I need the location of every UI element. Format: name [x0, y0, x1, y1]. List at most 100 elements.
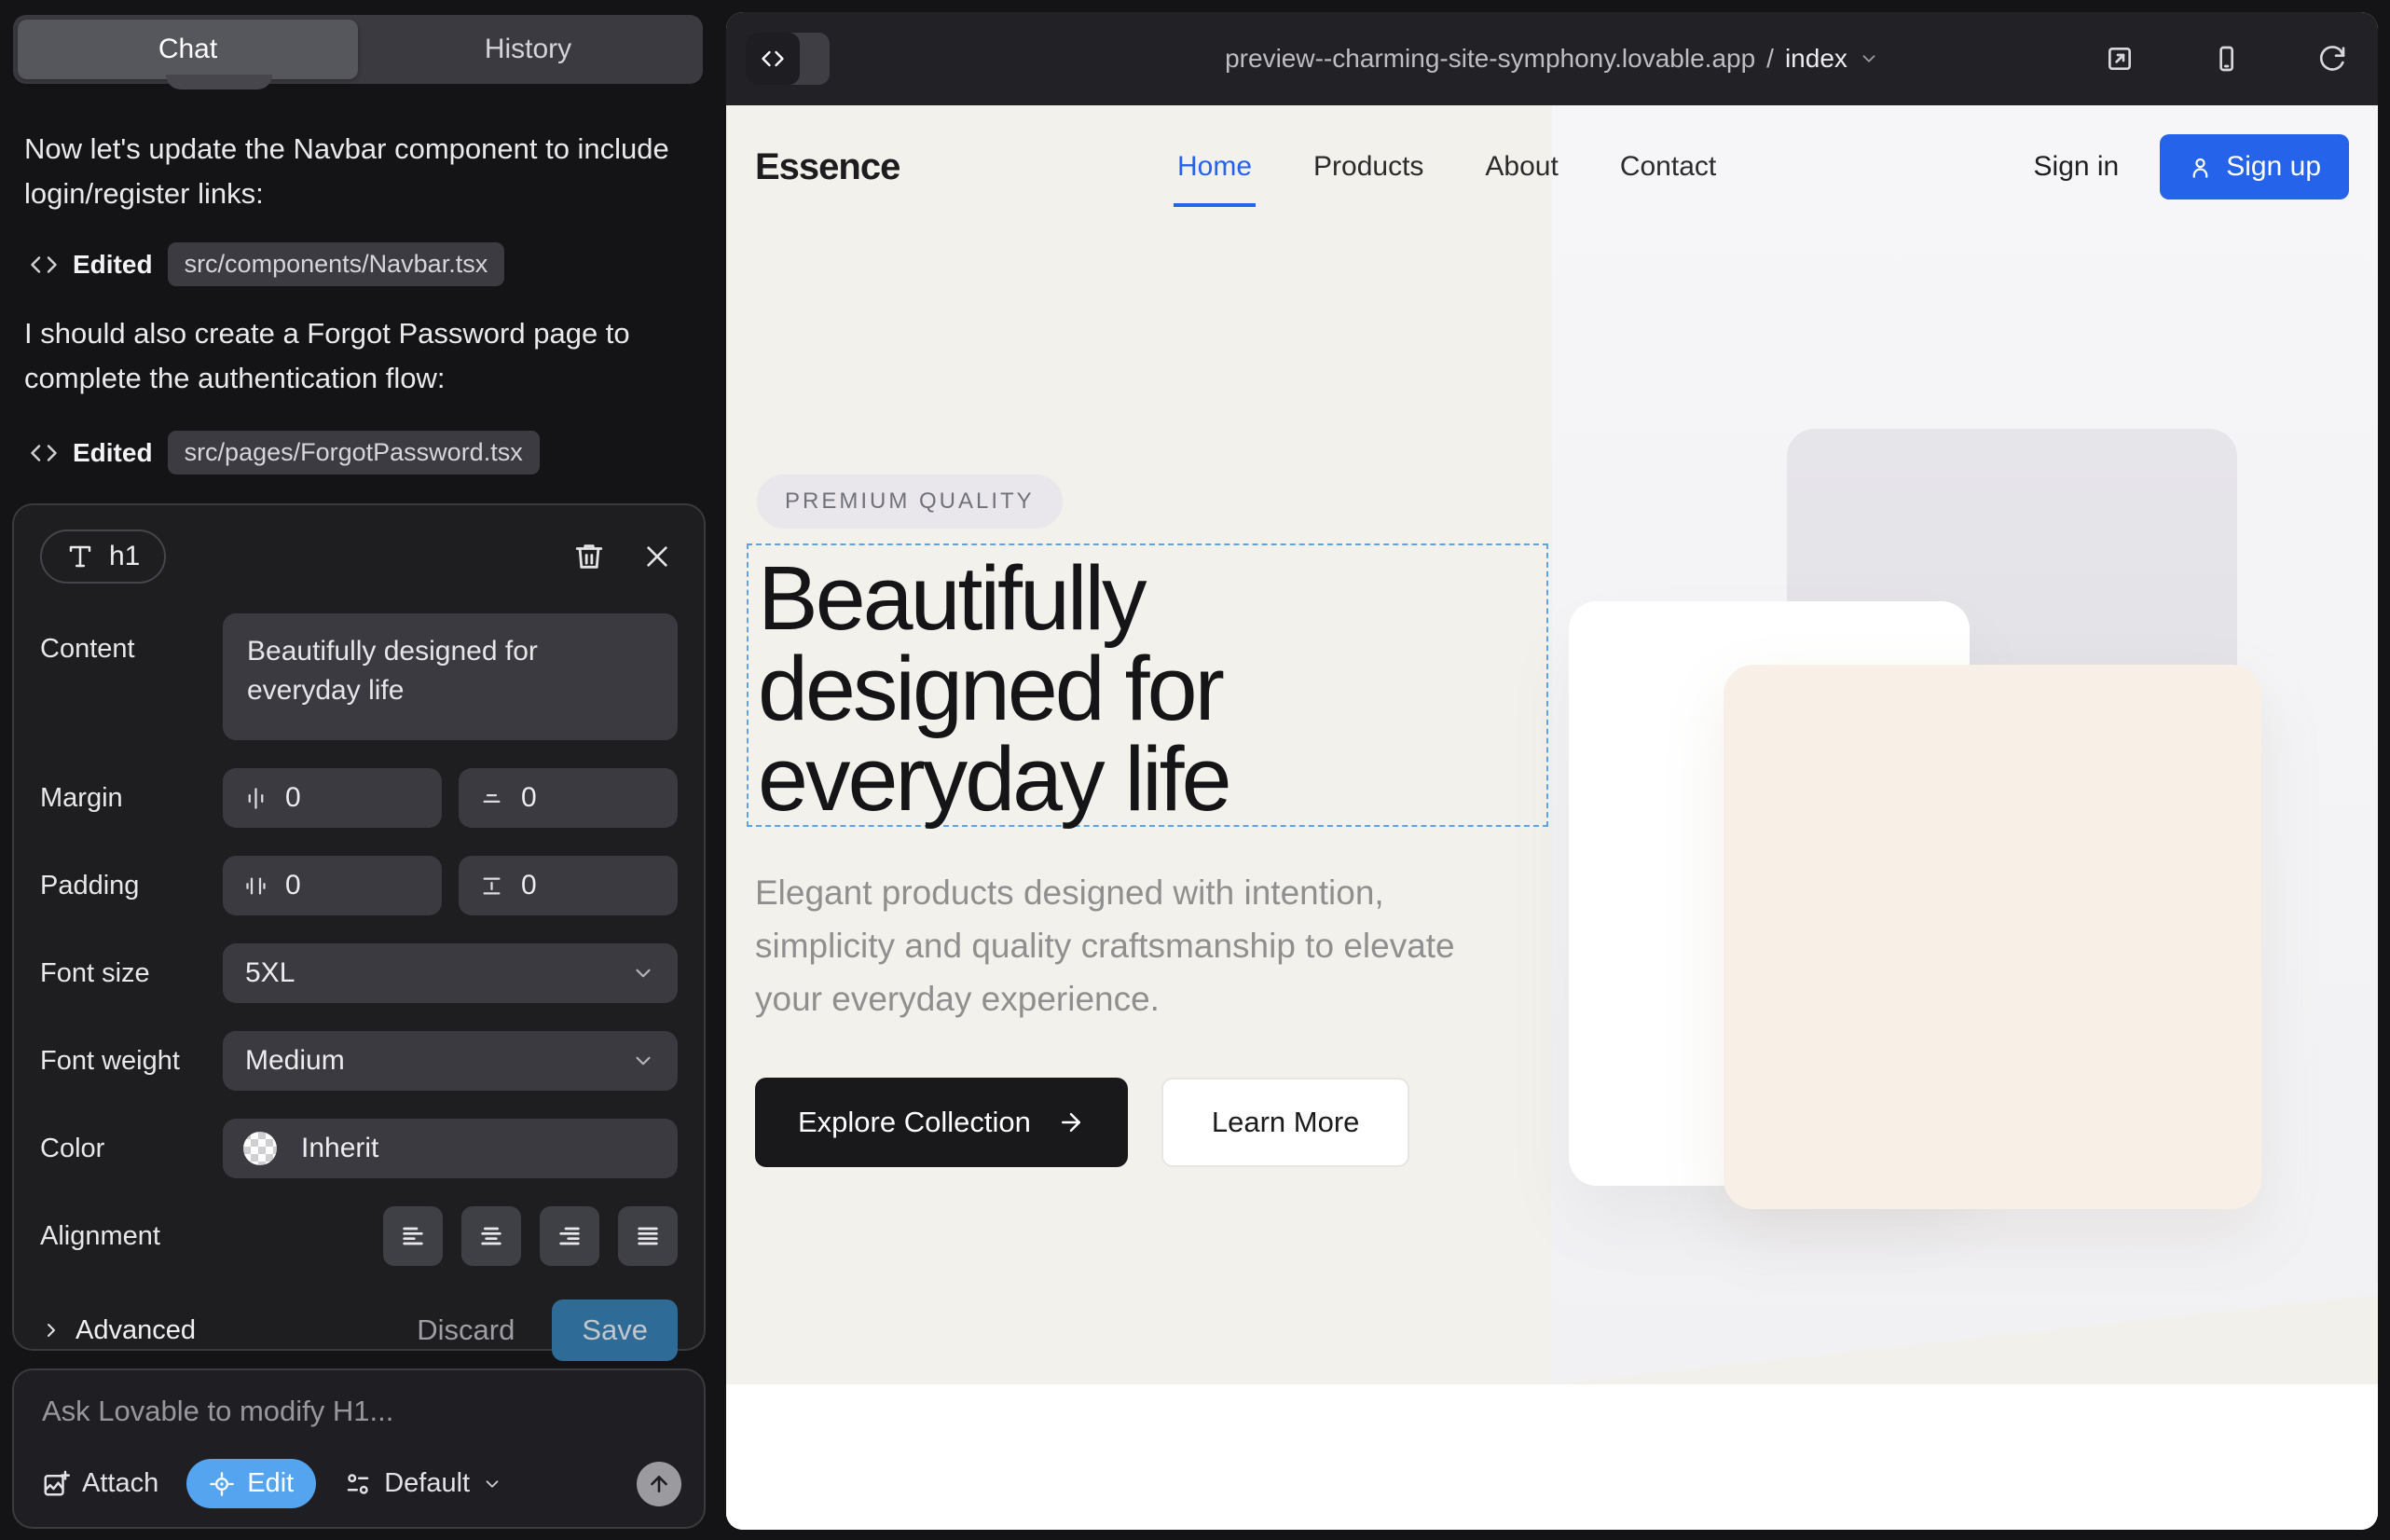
margin-field-row: Margin 0 0 — [40, 768, 678, 828]
explore-collection-label: Explore Collection — [798, 1106, 1031, 1139]
user-icon — [2188, 155, 2213, 180]
prompt-input[interactable]: Ask Lovable to modify H1... — [42, 1395, 676, 1428]
explore-collection-button[interactable]: Explore Collection — [755, 1078, 1128, 1167]
selected-h1-element[interactable]: Beautifully designed for everyday life — [747, 543, 1548, 827]
discard-button[interactable]: Discard — [417, 1313, 515, 1347]
sign-up-label: Sign up — [2226, 151, 2321, 183]
content-label: Content — [40, 634, 223, 665]
delete-element-button[interactable] — [568, 535, 611, 578]
mode-select-button[interactable]: Default — [344, 1468, 502, 1499]
preview-topbar: preview--charming-site-symphony.lovable.… — [726, 12, 2378, 105]
edited-label: Edited — [73, 438, 153, 468]
editor-footer: Advanced Discard Save — [40, 1299, 678, 1361]
decorative-card-beige — [1724, 665, 2261, 1209]
selected-element-badge[interactable]: h1 — [40, 529, 166, 584]
hero-graphic-panel — [1552, 105, 2378, 1384]
font-weight-value: Medium — [245, 1045, 345, 1077]
preview-url: preview--charming-site-symphony.lovable.… — [1225, 44, 1755, 74]
code-icon — [746, 33, 800, 85]
hero-description: Elegant products designed with intention… — [755, 866, 1501, 1025]
align-justify-icon — [633, 1221, 663, 1251]
refresh-icon — [2317, 44, 2347, 74]
align-right-button[interactable] — [540, 1206, 599, 1266]
font-weight-select[interactable]: Medium — [223, 1031, 678, 1091]
attach-label: Attach — [82, 1468, 158, 1499]
color-field-row: Color Inherit — [40, 1119, 678, 1178]
file-chip[interactable]: src/components/Navbar.tsx — [168, 242, 505, 286]
url-bar[interactable]: preview--charming-site-symphony.lovable.… — [1225, 44, 1879, 74]
margin-x-input[interactable]: 0 — [223, 768, 442, 828]
chevron-down-icon — [631, 961, 655, 985]
padding-y-value: 0 — [521, 870, 537, 901]
sign-up-button[interactable]: Sign up — [2160, 134, 2349, 199]
chat-message: I should also create a Forgot Password p… — [24, 311, 688, 401]
advanced-toggle[interactable]: Advanced — [40, 1315, 196, 1346]
chat-message: Now let's update the Navbar component to… — [24, 127, 688, 216]
scrolled-chat-pill — [166, 75, 272, 89]
save-button[interactable]: Save — [552, 1299, 678, 1361]
preview-actions — [2099, 12, 2353, 105]
nav-link-home[interactable]: Home — [1177, 151, 1252, 183]
font-weight-label: Font weight — [40, 1046, 223, 1077]
edited-file-row: Edited src/pages/ForgotPassword.tsx — [30, 431, 540, 474]
content-field-row: Content Beautifully designed for everyda… — [40, 613, 678, 740]
close-icon — [642, 542, 672, 571]
align-left-button[interactable] — [383, 1206, 443, 1266]
edit-mode-button[interactable]: Edit — [186, 1459, 316, 1508]
chevron-down-icon — [631, 1049, 655, 1073]
color-label: Color — [40, 1134, 223, 1164]
site-navbar: Essence Home Products About Contact Sign… — [726, 105, 2378, 228]
send-button[interactable] — [637, 1462, 681, 1506]
site-logo[interactable]: Essence — [755, 146, 900, 188]
padding-horizontal-icon — [243, 873, 268, 899]
code-view-toggle[interactable] — [746, 33, 830, 85]
font-size-field-row: Font size 5XL — [40, 943, 678, 1003]
file-chip[interactable]: src/pages/ForgotPassword.tsx — [168, 431, 540, 474]
mobile-view-button[interactable] — [2205, 38, 2246, 79]
align-center-button[interactable] — [461, 1206, 521, 1266]
arrow-right-icon — [1057, 1108, 1085, 1136]
open-external-button[interactable] — [2099, 38, 2140, 79]
close-editor-button[interactable] — [637, 536, 678, 577]
learn-more-button[interactable]: Learn More — [1161, 1078, 1410, 1167]
nav-link-products[interactable]: Products — [1313, 151, 1423, 183]
nav-link-about[interactable]: About — [1485, 151, 1558, 183]
color-picker-field[interactable]: Inherit — [223, 1119, 678, 1178]
edited-file-row: Edited src/components/Navbar.tsx — [30, 242, 504, 286]
transparent-swatch-icon — [243, 1132, 277, 1165]
align-right-icon — [555, 1221, 584, 1251]
padding-label: Padding — [40, 871, 223, 901]
trash-icon — [573, 541, 605, 572]
typography-icon — [66, 543, 94, 571]
site-auth-actions: Sign in Sign up — [2034, 134, 2349, 199]
margin-y-value: 0 — [521, 782, 537, 814]
nav-link-contact[interactable]: Contact — [1620, 151, 1716, 183]
font-size-select[interactable]: 5XL — [223, 943, 678, 1003]
preview-window: preview--charming-site-symphony.lovable.… — [726, 12, 2378, 1530]
margin-y-input[interactable]: 0 — [459, 768, 678, 828]
hero-heading-line: Beautifully — [758, 553, 1546, 643]
smartphone-icon — [2211, 44, 2241, 74]
refresh-button[interactable] — [2312, 38, 2353, 79]
color-value: Inherit — [301, 1133, 378, 1164]
hero-heading-line: everyday life — [758, 734, 1546, 824]
padding-vertical-icon — [479, 873, 504, 899]
tab-history[interactable]: History — [358, 20, 698, 79]
prompt-composer: Ask Lovable to modify H1... Attach Edit … — [12, 1368, 706, 1529]
padding-y-input[interactable]: 0 — [459, 856, 678, 915]
padding-field-row: Padding 0 0 — [40, 856, 678, 915]
hero-heading-line: designed for — [758, 643, 1546, 734]
font-weight-field-row: Font weight Medium — [40, 1031, 678, 1091]
padding-x-input[interactable]: 0 — [223, 856, 442, 915]
chat-history-tabs: Chat History — [13, 15, 703, 84]
code-icon — [30, 251, 58, 279]
align-justify-button[interactable] — [618, 1206, 678, 1266]
attach-button[interactable]: Attach — [42, 1468, 158, 1499]
align-left-icon — [398, 1221, 428, 1251]
tab-chat[interactable]: Chat — [18, 20, 358, 79]
sliders-icon — [344, 1470, 372, 1498]
image-plus-icon — [42, 1470, 70, 1498]
content-textarea[interactable]: Beautifully designed for everyday life — [223, 613, 678, 740]
sign-in-button[interactable]: Sign in — [2034, 151, 2120, 183]
site-canvas: Essence Home Products About Contact Sign… — [726, 105, 2378, 1530]
